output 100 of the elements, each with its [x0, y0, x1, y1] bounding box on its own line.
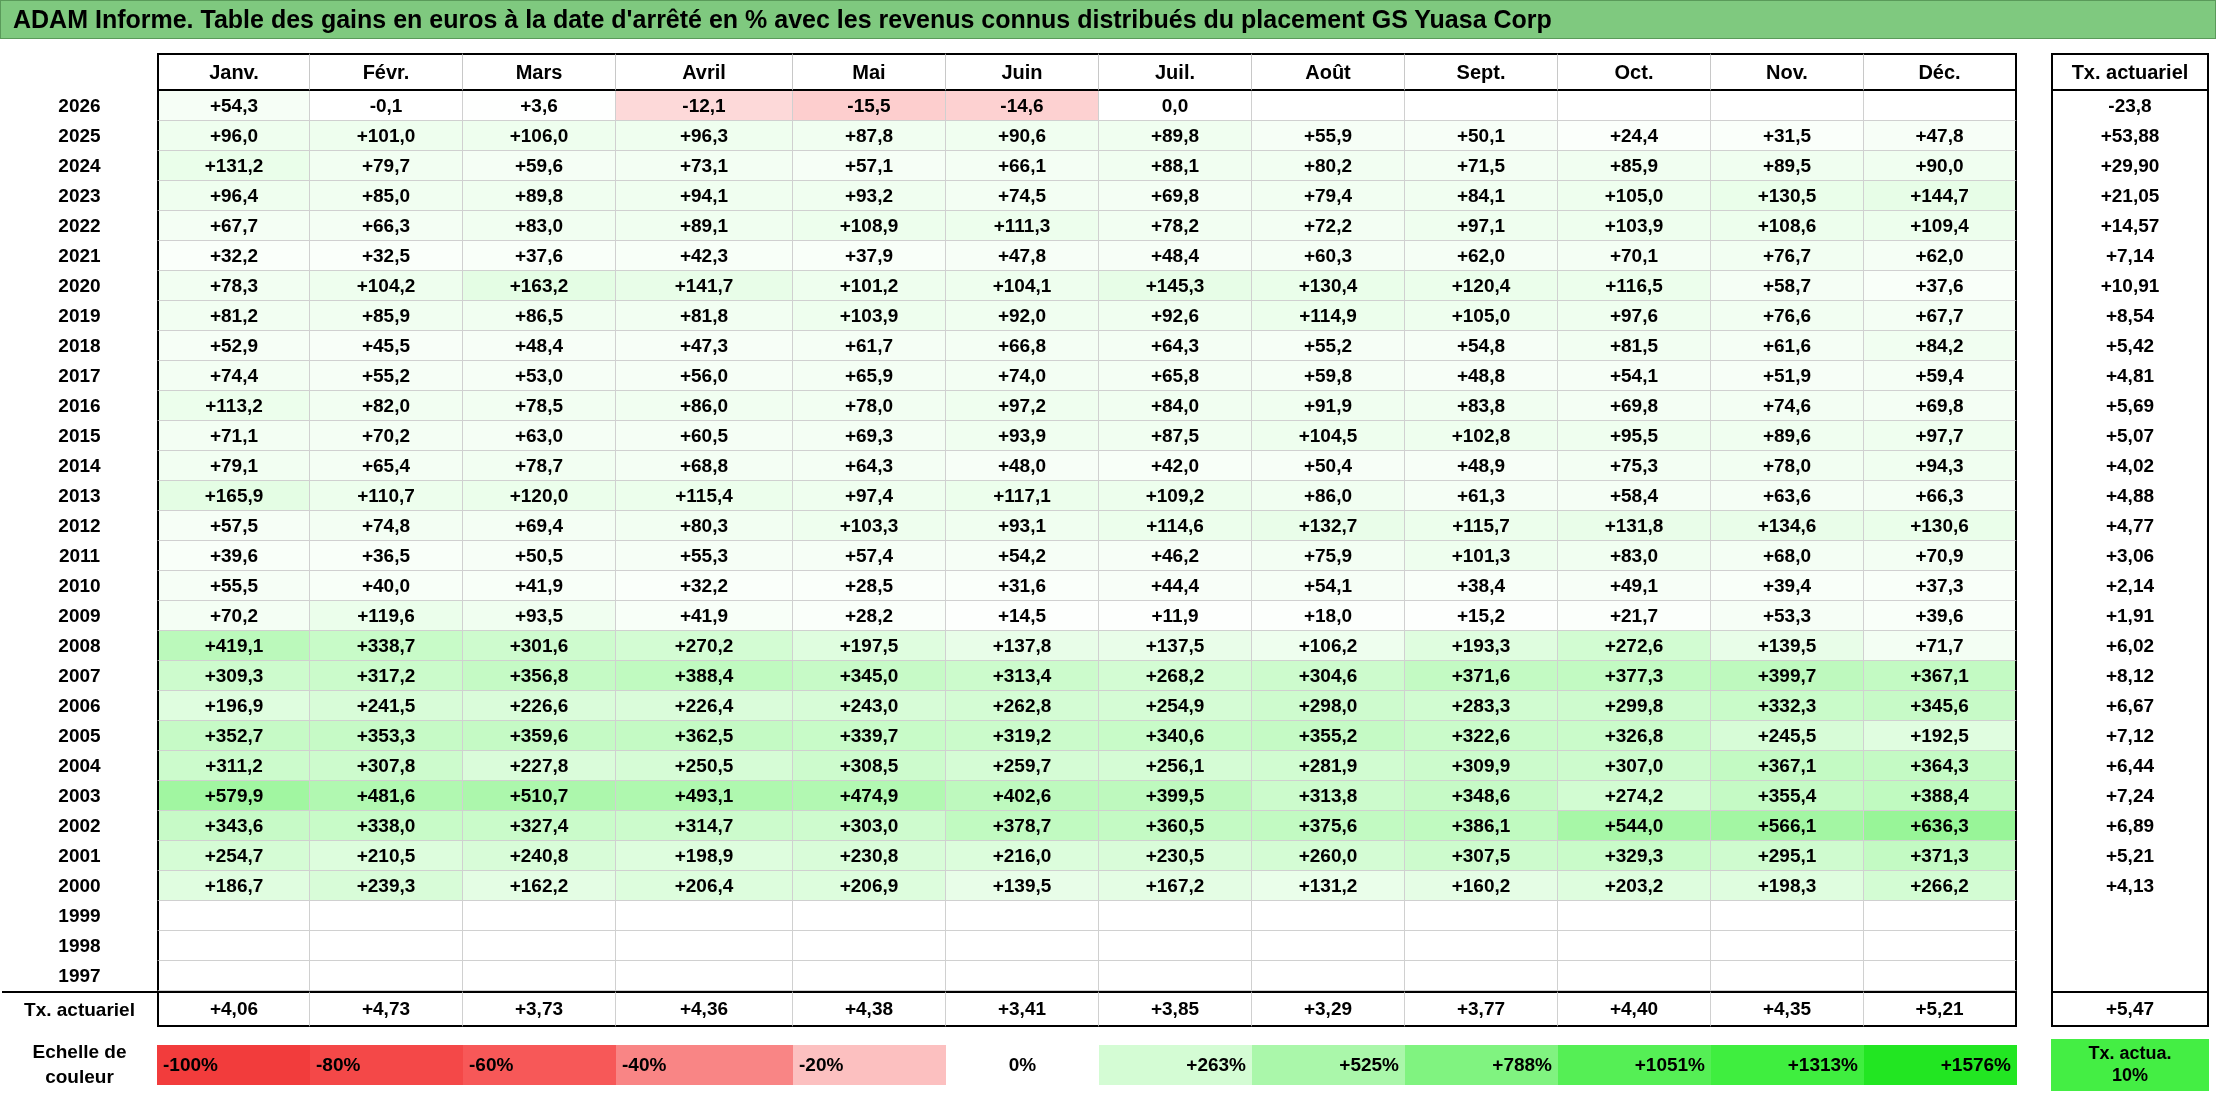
table-cell: +579,9 [157, 781, 310, 811]
row-header: 2011 [57, 544, 102, 568]
table-cell: -23,8 [2051, 91, 2209, 121]
table-cell: +101,3 [1405, 541, 1558, 571]
table-cell: +355,4 [1711, 781, 1864, 811]
table-cell: +362,5 [616, 721, 793, 751]
table-cell: +14,57 [2051, 211, 2209, 241]
table-cell: +49,1 [1558, 571, 1711, 601]
table-cell: +254,9 [1099, 691, 1252, 721]
row-header: 1999 [57, 904, 102, 928]
table-cell: +4,13 [2051, 871, 2209, 901]
table-cell: +137,5 [1099, 631, 1252, 661]
table-cell: +97,6 [1558, 301, 1711, 331]
table-cell: +105,0 [1405, 301, 1558, 331]
table-cell: +86,0 [616, 391, 793, 421]
table-cell: +53,0 [463, 361, 616, 391]
row-header: 2026 [57, 94, 102, 118]
table-cell: +266,2 [1864, 871, 2017, 901]
color-scale-swatch: -40% [616, 1045, 793, 1085]
table-cell: +193,3 [1405, 631, 1558, 661]
table-cell: +47,8 [946, 241, 1099, 271]
table-cell: +399,7 [1711, 661, 1864, 691]
table-cell: +566,1 [1711, 811, 1864, 841]
table-cell: +106,0 [463, 121, 616, 151]
row-header: 1997 [57, 964, 102, 988]
table-cell: +37,6 [1864, 271, 2017, 301]
table-cell: +84,2 [1864, 331, 2017, 361]
table-cell: +254,7 [157, 841, 310, 871]
table-cell: +162,2 [463, 871, 616, 901]
table-cell: +192,5 [1864, 721, 2017, 751]
table-cell: +139,5 [1711, 631, 1864, 661]
table-cell: +371,3 [1864, 841, 2017, 871]
table-cell: +230,8 [793, 841, 946, 871]
table-cell: +97,4 [793, 481, 946, 511]
table-cell: +105,0 [1558, 181, 1711, 211]
table-cell: +42,3 [616, 241, 793, 271]
table-cell: +270,2 [616, 631, 793, 661]
table-cell: +226,4 [616, 691, 793, 721]
table-cell: +371,6 [1405, 661, 1558, 691]
table-cell: +93,5 [463, 601, 616, 631]
table-cell: +75,3 [1558, 451, 1711, 481]
table-cell: +348,6 [1405, 781, 1558, 811]
table-cell: +63,0 [463, 421, 616, 451]
table-cell: +76,6 [1711, 301, 1864, 331]
table-cell: +65,4 [310, 451, 463, 481]
row-header: 2003 [57, 784, 102, 808]
table-cell: +131,8 [1558, 511, 1711, 541]
table-cell: +37,9 [793, 241, 946, 271]
table-cell: +345,0 [793, 661, 946, 691]
table-cell: +144,7 [1864, 181, 2017, 211]
table-cell: +69,8 [1558, 391, 1711, 421]
table-cell: +108,6 [1711, 211, 1864, 241]
table-cell: +3,85 [1099, 991, 1252, 1027]
color-scale-swatch: Tx. actua. 10% [2051, 1039, 2209, 1091]
table-cell: +84,1 [1405, 181, 1558, 211]
table-cell: +86,0 [1252, 481, 1405, 511]
table-cell: +119,6 [310, 601, 463, 631]
table-cell: +66,1 [946, 151, 1099, 181]
table-cell: +8,12 [2051, 661, 2209, 691]
row-header: 2019 [57, 304, 102, 328]
table-cell: +40,0 [310, 571, 463, 601]
table-cell: +48,4 [463, 331, 616, 361]
table-cell: +85,0 [310, 181, 463, 211]
row-header: 2013 [57, 484, 102, 508]
table-cell: +241,5 [310, 691, 463, 721]
table-cell: +75,9 [1252, 541, 1405, 571]
table-cell: +120,0 [463, 481, 616, 511]
table-cell: +198,9 [616, 841, 793, 871]
table-cell: 0,0 [1099, 91, 1252, 121]
table-cell: +31,6 [946, 571, 1099, 601]
table-cell: +80,2 [1252, 151, 1405, 181]
table-cell: +60,5 [616, 421, 793, 451]
row-header: 2012 [57, 514, 102, 538]
table-cell: +402,6 [946, 781, 1099, 811]
table-cell: +7,14 [2051, 241, 2209, 271]
table-cell: +4,35 [1711, 991, 1864, 1027]
table-cell: +110,7 [310, 481, 463, 511]
table-cell: +39,4 [1711, 571, 1864, 601]
table-cell: +299,8 [1558, 691, 1711, 721]
table-cell: +78,5 [463, 391, 616, 421]
table-cell: +6,02 [2051, 631, 2209, 661]
table-cell: +87,8 [793, 121, 946, 151]
table-cell: +141,7 [616, 271, 793, 301]
table-cell: +71,7 [1864, 631, 2017, 661]
table-cell: +53,3 [1711, 601, 1864, 631]
table-cell: +59,6 [463, 151, 616, 181]
table-cell: +62,0 [1405, 241, 1558, 271]
row-header: 2014 [57, 454, 102, 478]
table-cell: +55,2 [310, 361, 463, 391]
table-cell: +510,7 [463, 781, 616, 811]
table-cell: +313,8 [1252, 781, 1405, 811]
table-cell: +145,3 [1099, 271, 1252, 301]
table-cell: +55,2 [1252, 331, 1405, 361]
table-cell: +307,8 [310, 751, 463, 781]
table-cell: +97,7 [1864, 421, 2017, 451]
table-cell: +66,3 [1864, 481, 2017, 511]
table-cell: +39,6 [157, 541, 310, 571]
table-cell: +343,6 [157, 811, 310, 841]
table-cell: +78,0 [793, 391, 946, 421]
table-cell: +4,77 [2051, 511, 2209, 541]
